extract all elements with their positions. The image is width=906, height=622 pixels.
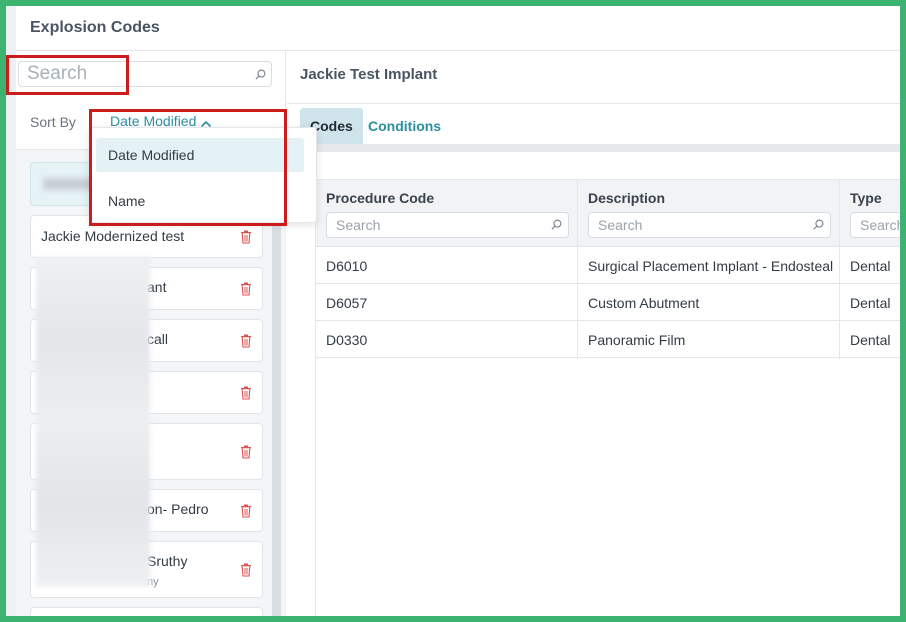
cell-type: Dental — [850, 295, 891, 311]
grid-header: Procedure Code Description Type — [316, 179, 900, 247]
description-search[interactable] — [588, 212, 831, 238]
list-search-input[interactable] — [19, 62, 239, 86]
cell-code: D0330 — [326, 332, 368, 348]
trash-icon[interactable] — [240, 230, 252, 244]
type-search-input[interactable] — [851, 213, 900, 237]
list-search-box[interactable] — [18, 61, 272, 87]
sort-option-date-modified[interactable]: Date Modified — [96, 138, 304, 172]
type-search[interactable] — [850, 212, 900, 238]
table-row[interactable]: D0330 Panoramic Film Dental — [316, 321, 900, 358]
search-icon[interactable] — [551, 219, 562, 230]
sort-option-name[interactable]: Name — [96, 184, 304, 218]
trash-icon[interactable] — [240, 563, 252, 577]
list-item-name: call — [147, 331, 169, 347]
redacted-area — [36, 257, 150, 587]
list-item-name: Sruthy — [147, 553, 188, 569]
detail-title: Jackie Test Implant — [300, 66, 438, 83]
search-icon[interactable] — [813, 219, 824, 230]
cell-type: Dental — [850, 332, 891, 348]
divider — [287, 103, 900, 104]
cell-code: D6010 — [326, 258, 368, 274]
table-row[interactable]: D6010 Surgical Placement Implant - Endos… — [316, 247, 900, 284]
column-header-description[interactable]: Description — [588, 190, 665, 206]
procedure-code-search-input[interactable] — [327, 213, 568, 237]
trash-icon[interactable] — [240, 504, 252, 518]
detail-panel: Jackie Test Implant Codes Conditions Pro… — [287, 51, 900, 616]
column-header-type[interactable]: Type — [850, 190, 882, 206]
trash-icon[interactable] — [240, 445, 252, 459]
codes-grid: Procedure Code Description Type — [315, 179, 900, 616]
trash-icon[interactable] — [240, 386, 252, 400]
sort-label: Sort By — [30, 114, 76, 130]
procedure-code-search[interactable] — [326, 212, 569, 238]
cell-type: Dental — [850, 258, 891, 274]
cell-description: Surgical Placement Implant - Endosteal — [588, 258, 834, 274]
tab-conditions[interactable]: Conditions — [358, 108, 451, 144]
page-title: Explosion Codes — [30, 19, 160, 36]
page-header: Explosion Codes — [16, 6, 900, 51]
description-search-input[interactable] — [589, 213, 830, 237]
list-item-name: on- Pedro — [147, 501, 209, 517]
list-item[interactable] — [30, 607, 263, 616]
chevron-up-icon — [200, 116, 212, 128]
search-icon[interactable] — [255, 69, 266, 80]
app-left-strip — [6, 6, 16, 616]
table-row[interactable]: D6057 Custom Abutment Dental — [316, 284, 900, 321]
sort-dropdown-menu: Date Modified Name — [89, 127, 317, 223]
cell-code: D6057 — [326, 295, 368, 311]
cell-description: Custom Abutment — [588, 295, 700, 311]
app-window: Explosion Codes Sort By Date Modified — [6, 6, 900, 616]
list-item-name: Jackie Modernized test — [41, 228, 185, 244]
column-header-procedure-code[interactable]: Procedure Code — [326, 190, 434, 206]
tab-underbar — [300, 144, 900, 152]
cell-description: Panoramic Film — [588, 332, 686, 348]
trash-icon[interactable] — [240, 282, 252, 296]
trash-icon[interactable] — [240, 334, 252, 348]
